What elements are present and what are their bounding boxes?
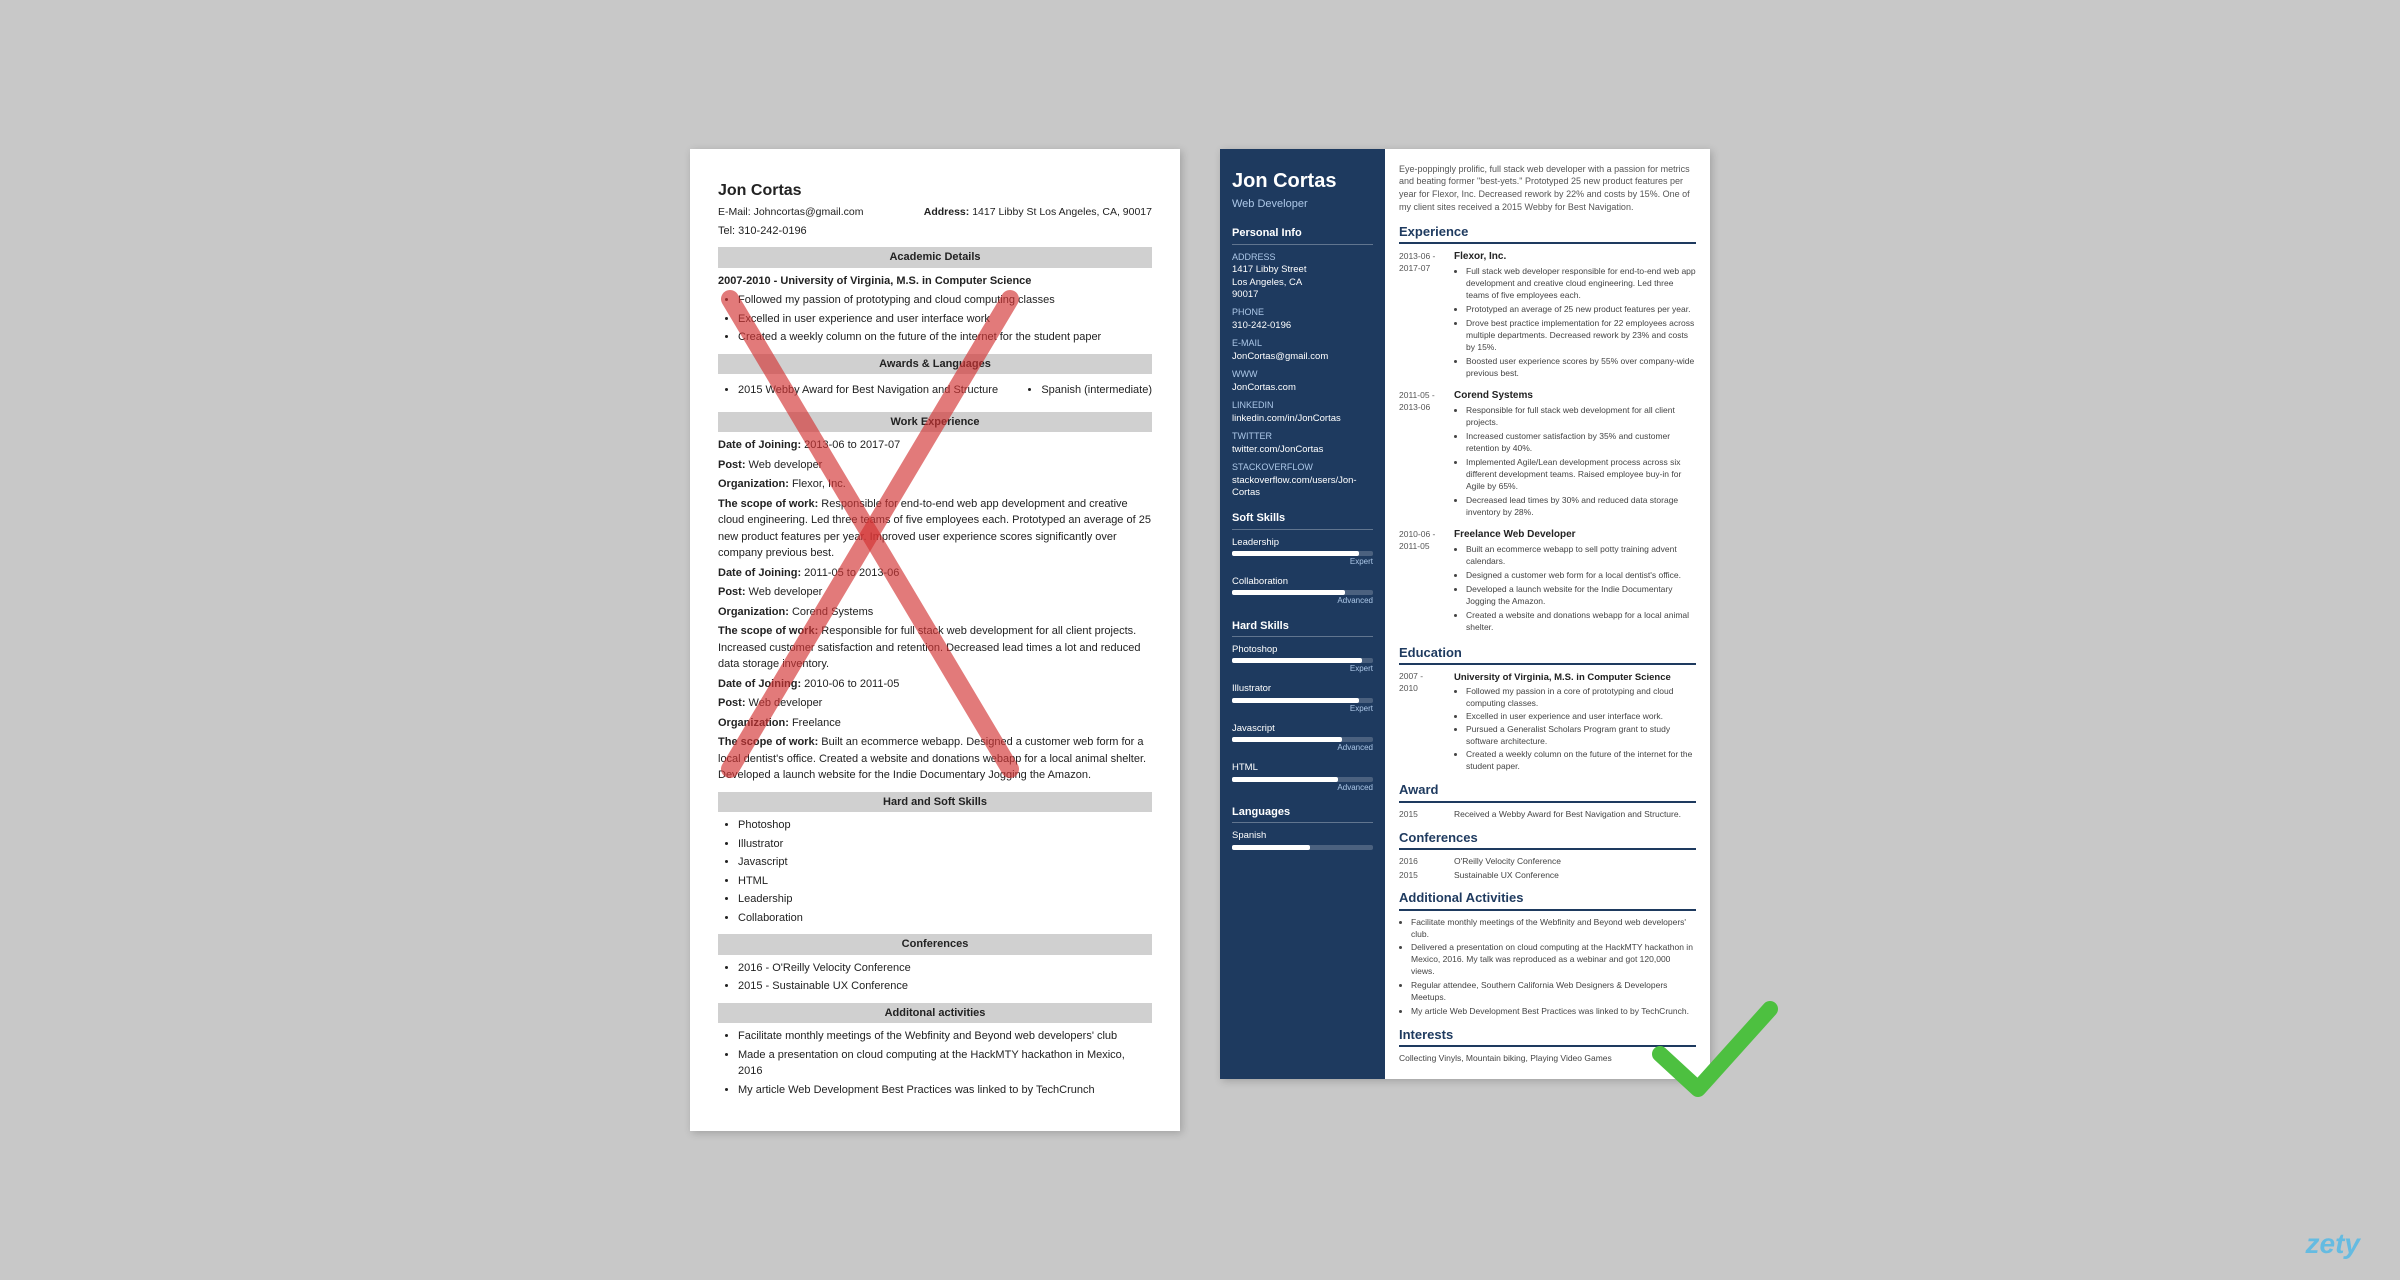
sidebar-twitter: twitter.com/JonCortas [1232,444,1373,456]
sidebar-phone-label: Phone [1232,306,1373,319]
left-academic-degree: 2007-2010 - University of Virginia, M.S.… [718,273,1152,290]
sidebar-email-label: E-mail [1232,337,1373,350]
left-awards-row: 2015 Webby Award for Best Navigation and… [718,379,1152,404]
edu-item-1: 2007 -2010 University of Virginia, M.S. … [1399,671,1696,774]
zety-brand: zety [2306,1228,2360,1260]
resume-left: Jon Cortas E-Mail: Johncortas@gmail.com … [690,149,1180,1131]
main-container: Jon Cortas E-Mail: Johncortas@gmail.com … [690,149,1710,1131]
left-skills-list: Photoshop Illustrator Javascript HTML Le… [718,817,1152,926]
left-name: Jon Cortas [718,179,1152,203]
skill-html: HTML Advanced [1232,761,1373,792]
right-exp-title: Experience [1399,223,1696,244]
skill-leadership: Leadership Expert [1232,536,1373,567]
skill-collaboration: Collaboration Advanced [1232,575,1373,606]
conf-item-2: 2015 Sustainable UX Conference [1399,870,1696,882]
skill-photoshop: Photoshop Expert [1232,643,1373,674]
skill-javascript: Javascript Advanced [1232,722,1373,753]
exp-item-2: 2011-05 -2013-06 Corend Systems Responsi… [1399,389,1696,520]
sidebar-address-label: Address [1232,251,1373,264]
sidebar-twitter-label: Twitter [1232,430,1373,443]
right-activities-title: Additional Activities [1399,889,1696,910]
left-conf-list: 2016 - O'Reilly Velocity Conference 2015… [718,960,1152,995]
left-job-3: Date of Joining: 2010-06 to 2011-05 Post… [718,676,1152,784]
sidebar-stackoverflow: stackoverflow.com/users/Jon-Cortas [1232,475,1373,500]
sidebar-address: 1417 Libby StreetLos Angeles, CA90017 [1232,264,1373,301]
conf-item-1: 2016 O'Reilly Velocity Conference [1399,856,1696,868]
right-award-title: Award [1399,781,1696,802]
left-job-1: Date of Joining: 2013-06 to 2017-07 Post… [718,437,1152,562]
left-conf-title: Conferences [718,934,1152,955]
sidebar-personal-title: Personal Info [1232,226,1373,244]
left-email: E-Mail: Johncortas@gmail.com [718,205,863,221]
left-address: Address: 1417 Libby St Los Angeles, CA, … [924,205,1152,221]
left-awards-title: Awards & Languages [718,354,1152,375]
checkmark-icon [1650,999,1780,1109]
sidebar-email: JonCortas@gmail.com [1232,351,1373,363]
exp-item-3: 2010-06 -2011-05 Freelance Web Developer… [1399,528,1696,635]
sidebar-linkedin-label: LinkedIn [1232,399,1373,412]
left-activities-title: Additonal activities [718,1003,1152,1024]
right-name: Jon Cortas [1232,169,1373,193]
sidebar: Jon Cortas Web Developer Personal Info A… [1220,149,1385,1079]
left-academic-title: Academic Details [718,247,1152,268]
main-content: Eye-poppingly prolific, full stack web d… [1385,149,1710,1079]
left-work-title: Work Experience [718,412,1152,433]
sidebar-languages-title: Languages [1232,805,1373,823]
right-edu-title: Education [1399,644,1696,665]
exp-item-1: 2013-06 -2017-07 Flexor, Inc. Full stack… [1399,250,1696,381]
skill-spanish: Spanish [1232,829,1373,849]
sidebar-www-label: WWW [1232,368,1373,381]
sidebar-stackoverflow-label: StackOverflow [1232,461,1373,474]
left-job-2: Date of Joining: 2011-05 to 2013-06 Post… [718,565,1152,673]
sidebar-linkedin: linkedin.com/in/JonCortas [1232,413,1373,425]
sidebar-soft-skills-title: Soft Skills [1232,511,1373,529]
right-title: Web Developer [1232,197,1373,212]
left-contact: E-Mail: Johncortas@gmail.com Address: 14… [718,205,1152,221]
sidebar-hard-skills-title: Hard Skills [1232,619,1373,637]
left-tel: Tel: 310-242-0196 [718,223,1152,240]
left-activities-list: Facilitate monthly meetings of the Webfi… [718,1028,1152,1098]
sidebar-phone: 310-242-0196 [1232,320,1373,332]
left-skills-title: Hard and Soft Skills [718,792,1152,813]
resume-right: Jon Cortas Web Developer Personal Info A… [1220,149,1710,1079]
left-academic-list: Followed my passion of prototyping and c… [718,292,1152,346]
right-intro: Eye-poppingly prolific, full stack web d… [1399,163,1696,213]
skill-illustrator: Illustrator Expert [1232,682,1373,713]
award-item: 2015 Received a Webby Award for Best Nav… [1399,809,1696,821]
right-conf-title: Conferences [1399,829,1696,850]
sidebar-www: JonCortas.com [1232,382,1373,394]
